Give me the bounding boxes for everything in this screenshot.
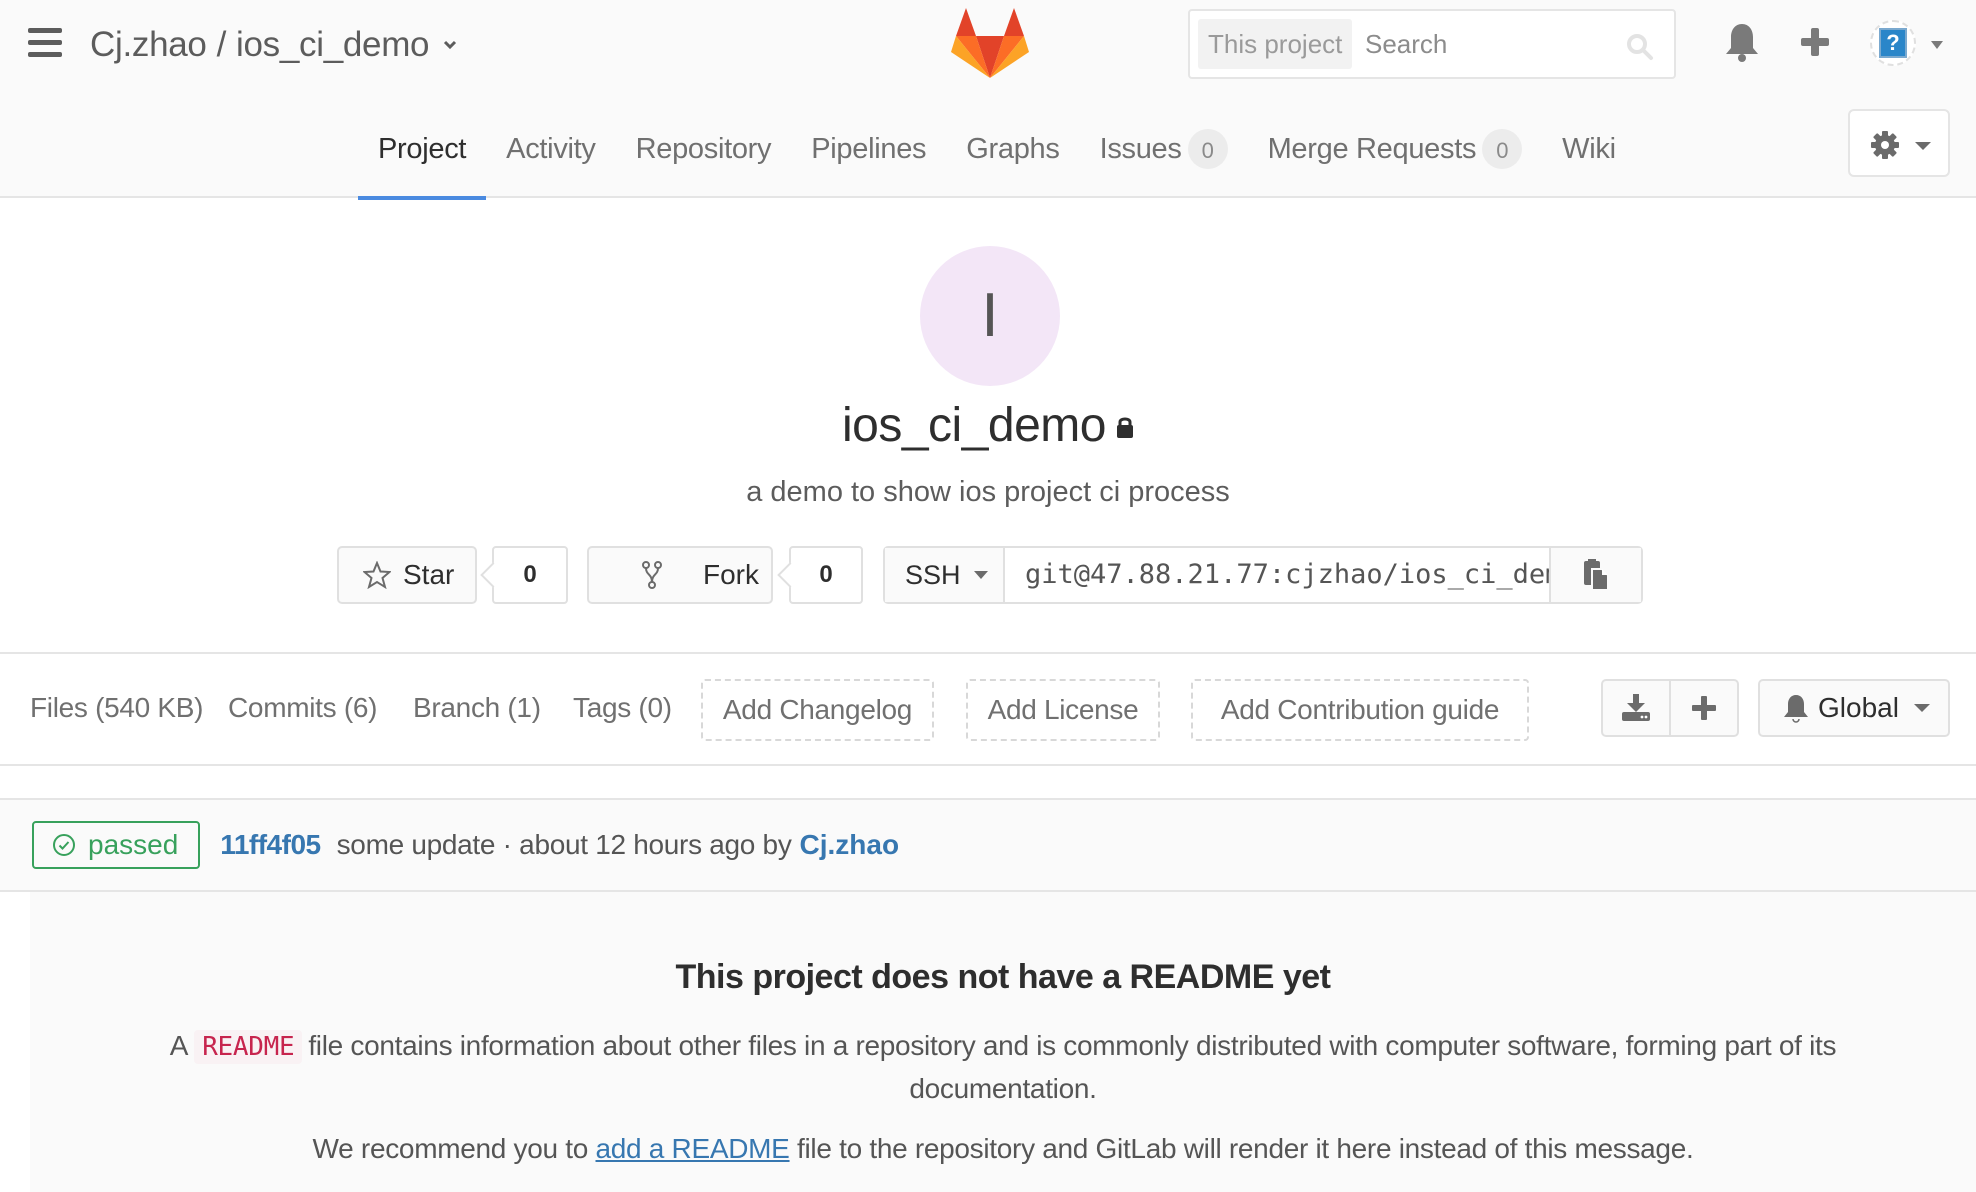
readme-explanation: A README file contains information about o… xyxy=(169,1030,1837,1104)
readme-code: README xyxy=(194,1030,303,1064)
caret-down-icon[interactable] xyxy=(1930,40,1944,50)
fork-button[interactable]: Fork xyxy=(587,546,773,604)
readme-recommendation: We recommend you to add a README file to… xyxy=(312,1133,1694,1164)
add-file-button[interactable] xyxy=(1669,681,1737,735)
readme-empty-state: This project does not have a README yet … xyxy=(30,892,1976,1192)
bell-icon xyxy=(1784,695,1808,723)
repo-actions-group xyxy=(1601,679,1739,737)
project-settings-button[interactable] xyxy=(1848,109,1950,177)
clone-url-input[interactable]: git@47.88.21.77:cjzhao/ios_ci_demo.git xyxy=(1005,548,1549,602)
fork-label: Fork xyxy=(703,559,759,590)
fork-icon xyxy=(642,561,662,589)
plus-icon xyxy=(1692,696,1716,720)
branch-link[interactable]: Branch (1) xyxy=(413,692,541,724)
caret-down-icon xyxy=(973,571,988,579)
tab-project[interactable]: Project xyxy=(358,100,487,200)
menu-icon[interactable] xyxy=(28,28,62,58)
gitlab-logo-icon[interactable] xyxy=(950,8,1030,80)
star-count[interactable]: 0 xyxy=(492,546,568,604)
add-changelog-button[interactable]: Add Changelog xyxy=(701,679,934,741)
last-commit-bar: passed 11ff4f05 some update · about 12 h… xyxy=(0,798,1976,892)
breadcrumb-namespace[interactable]: Cj.zhao xyxy=(90,25,207,65)
help-question-icon: ? xyxy=(1879,28,1907,58)
commits-link[interactable]: Commits (6) xyxy=(228,692,377,724)
check-circle-icon xyxy=(53,834,75,856)
search-icon xyxy=(1627,34,1653,60)
lock-icon xyxy=(1116,417,1133,438)
project-title: ios_ci_demo xyxy=(0,398,1976,453)
search-scope[interactable]: This project xyxy=(1198,19,1353,69)
tab-issues[interactable]: Issues 0 xyxy=(1080,100,1248,198)
caret-down-icon xyxy=(1915,142,1931,150)
project-nav: Project Activity Repository Pipelines Gr… xyxy=(358,100,1636,200)
breadcrumb-project[interactable]: ios_ci_demo xyxy=(236,25,430,65)
caret-down-icon xyxy=(1913,704,1930,712)
star-button[interactable]: Star xyxy=(337,546,477,604)
add-readme-link[interactable]: add a README xyxy=(596,1133,790,1164)
search-box[interactable]: This project Search xyxy=(1188,9,1676,79)
merge-requests-count-badge: 0 xyxy=(1482,129,1523,169)
notification-level-dropdown[interactable]: Global xyxy=(1758,679,1950,737)
user-avatar[interactable]: ? xyxy=(1870,20,1916,66)
star-icon xyxy=(363,561,391,589)
tab-activity[interactable]: Activity xyxy=(486,100,615,198)
download-icon xyxy=(1622,694,1650,721)
breadcrumb: Cj.zhao / ios_ci_demo xyxy=(90,20,457,70)
notifications-bell-icon[interactable] xyxy=(1722,22,1762,64)
copy-url-button[interactable] xyxy=(1549,548,1641,602)
download-button[interactable] xyxy=(1603,681,1669,735)
new-item-plus-icon[interactable] xyxy=(1800,26,1830,58)
tab-merge-requests[interactable]: Merge Requests 0 xyxy=(1248,100,1543,198)
breadcrumb-separator: / xyxy=(216,25,227,64)
pipeline-status-badge[interactable]: passed xyxy=(32,821,201,869)
repository-stats-bar: Files (540 KB) Commits (6) Branch (1) Ta… xyxy=(0,652,1976,766)
project-avatar: I xyxy=(920,246,1060,386)
commit-message: some update · about 12 hours ago by xyxy=(336,829,792,860)
clone-url-group: SSH git@47.88.21.77:cjzhao/ios_ci_demo.g… xyxy=(883,546,1643,604)
star-label: Star xyxy=(403,559,455,590)
project-description: a demo to show ios project ci process xyxy=(746,476,1230,508)
fork-count[interactable]: 0 xyxy=(789,546,863,604)
tab-repository[interactable]: Repository xyxy=(616,100,792,198)
tab-pipelines[interactable]: Pipelines xyxy=(791,100,946,198)
commit-author-link[interactable]: Cj.zhao xyxy=(800,829,900,861)
clone-protocol-dropdown[interactable]: SSH xyxy=(885,548,1005,602)
top-header: Cj.zhao / ios_ci_demo This project Searc… xyxy=(0,0,1976,200)
add-license-button[interactable]: Add License xyxy=(966,679,1160,741)
clipboard-icon xyxy=(1584,559,1609,591)
chevron-down-icon[interactable] xyxy=(443,38,457,52)
gear-icon xyxy=(1871,131,1899,159)
files-link[interactable]: Files (540 KB) xyxy=(30,692,204,724)
add-contribution-guide-button[interactable]: Add Contribution guide xyxy=(1191,679,1529,741)
issues-count-badge: 0 xyxy=(1187,129,1228,169)
tab-wiki[interactable]: Wiki xyxy=(1542,100,1636,198)
tab-graphs[interactable]: Graphs xyxy=(946,100,1079,198)
readme-heading: This project does not have a README yet xyxy=(675,958,1331,996)
commit-sha-link[interactable]: 11ff4f05 xyxy=(220,829,321,861)
tags-link[interactable]: Tags (0) xyxy=(573,692,672,724)
search-input[interactable]: Search xyxy=(1365,19,1447,69)
